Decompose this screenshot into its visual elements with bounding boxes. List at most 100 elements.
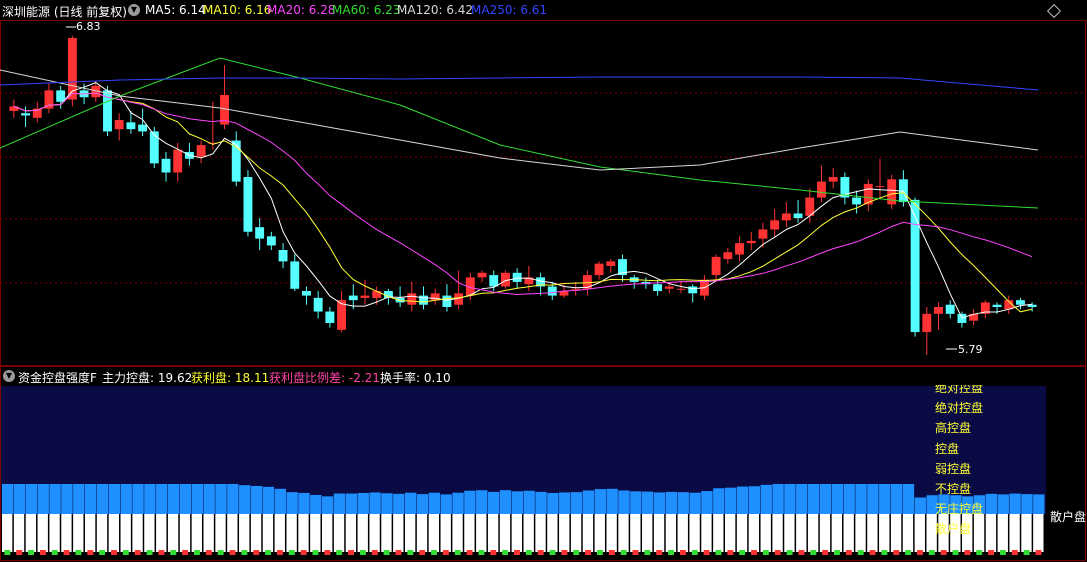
indicator-marker [620, 550, 627, 555]
indicator-base-bar [511, 514, 522, 552]
indicator-marker [312, 550, 319, 555]
indicator-bar [250, 486, 263, 514]
indicator-marker [869, 550, 876, 555]
candle-body [290, 261, 300, 289]
indicator-bar [985, 493, 998, 514]
indicator-marker [715, 550, 722, 555]
indicator-base-bar [96, 514, 108, 552]
indicator-marker [182, 550, 189, 555]
indicator-marker [1035, 550, 1042, 555]
indicator-marker [419, 550, 426, 555]
candle-body [828, 177, 838, 182]
indicator-profit-diff: 获利盘比例差: -2.21 [269, 371, 380, 385]
indicator-bar [298, 493, 310, 514]
indicator-bar [333, 493, 346, 514]
indicator-name[interactable]: 资金控盘强度F [18, 369, 97, 386]
indicator-bar [748, 486, 761, 514]
indicator-marker [383, 550, 390, 555]
indicator-base-bar [689, 514, 700, 552]
indicator-base-bar [167, 514, 179, 552]
level-label: 绝对控盘 [935, 401, 984, 415]
indicator-base-bar [322, 514, 333, 552]
indicator-marker [703, 550, 710, 555]
indicator-marker [822, 550, 829, 555]
indicator-base-bar [819, 514, 831, 552]
indicator-base-bar [736, 514, 748, 552]
candle-body [817, 181, 826, 198]
candle-body [255, 227, 265, 239]
indicator-marker [111, 550, 117, 555]
candle-body [407, 293, 417, 305]
indicator-base-bar [215, 514, 226, 552]
indicator-bar [665, 491, 678, 514]
indicator-bar [879, 484, 891, 514]
candle-body [547, 286, 557, 296]
indicator-base-bar [796, 514, 807, 552]
indicator-bar [322, 496, 334, 514]
indicator-bar [499, 490, 512, 514]
indicator-base-bar [855, 514, 866, 552]
indicator-marker [976, 550, 983, 555]
candle-body [676, 288, 686, 290]
indicator-marker [502, 550, 509, 555]
indicator-marker [656, 550, 663, 555]
indicator-bar [156, 484, 168, 514]
indicator-marker [585, 550, 592, 555]
indicator-base-bar [428, 514, 440, 552]
candle-body [945, 304, 955, 314]
indicator-bar [452, 492, 464, 514]
indicator-marker [762, 550, 769, 555]
candle-body [606, 261, 616, 266]
indicator-base-bar [156, 514, 167, 552]
indicator-bar [630, 491, 642, 514]
indicator-base-bar [677, 514, 688, 552]
indicator-marker [265, 550, 272, 555]
indicator-marker [170, 550, 177, 555]
candle-body [477, 272, 487, 278]
indicator-marker [359, 550, 366, 555]
candle-body [442, 295, 452, 307]
indicator-base-bar [262, 514, 274, 552]
indicator-base-bar [807, 514, 819, 552]
candle-body [664, 286, 674, 289]
indicator-bar [547, 493, 559, 514]
indicator-marker [16, 550, 23, 555]
indicator-bar [416, 494, 429, 514]
indicator-bar [902, 484, 915, 514]
indicator-turnover: 换手率: 0.10 [380, 371, 451, 385]
indicator-bar [819, 484, 832, 514]
indicator-base-bar [1021, 514, 1032, 552]
indicator-bar [736, 486, 749, 514]
indicator-marker [952, 550, 959, 555]
indicator-marker [644, 550, 651, 555]
indicator-marker [217, 550, 224, 555]
indicator-bar [84, 484, 97, 514]
indicator-base-bar [772, 514, 783, 552]
indicator-marker [537, 550, 544, 555]
indicator-bar [310, 494, 322, 514]
kline-chart[interactable] [0, 0, 1087, 562]
indicator-bar [381, 493, 393, 514]
candle-body [196, 145, 206, 157]
chevron-down-icon[interactable]: ▼ [3, 370, 15, 382]
indicator-marker [999, 550, 1006, 555]
indicator-bar [191, 484, 203, 514]
candle-body [114, 120, 124, 130]
indicator-marker [205, 550, 212, 555]
indicator-bar [511, 491, 523, 514]
indicator-bar [464, 490, 476, 514]
indicator-base-bar [476, 514, 487, 552]
indicator-base-bar [37, 514, 48, 552]
indicator-base-bar [393, 514, 404, 552]
indicator-marker [668, 550, 675, 555]
low-price-label: 5.79 [958, 343, 983, 356]
indicator-marker [1011, 550, 1018, 555]
indicator-base-bar [724, 514, 736, 552]
indicator-marker [905, 550, 912, 555]
indicator-marker [75, 550, 82, 555]
candle-body [992, 304, 1002, 307]
indicator-bar [760, 484, 772, 514]
indicator-bar [796, 484, 808, 514]
indicator-bar [428, 492, 441, 514]
ma10-line [13, 92, 1033, 313]
